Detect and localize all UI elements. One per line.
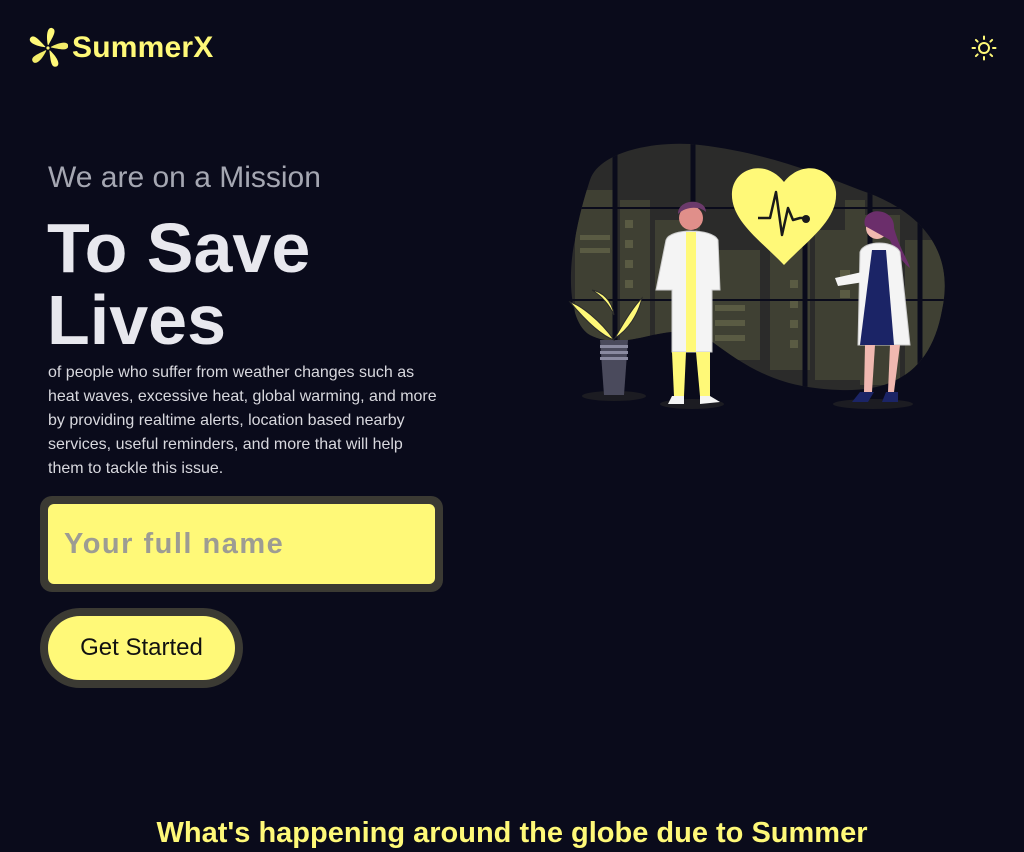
- brand-logo[interactable]: SummerX: [28, 27, 213, 69]
- headline-line-2: Lives: [47, 281, 226, 359]
- brand-name: SummerX: [72, 31, 214, 64]
- doctors-heartbeat-illustration: [568, 143, 945, 409]
- headline-line-1: To Save: [47, 209, 311, 287]
- flower-icon: [29, 27, 68, 67]
- cta-wrapper: Get Started: [40, 608, 243, 688]
- hero-headline: To Save Lives: [47, 212, 310, 356]
- sun-icon[interactable]: [971, 35, 997, 61]
- name-field-wrapper: [40, 496, 443, 592]
- section-title: What's happening around the globe due to…: [156, 817, 868, 849]
- get-started-button[interactable]: Get Started: [48, 616, 235, 680]
- landing-page: SummerX We are on a Mission To Save Live…: [0, 0, 1024, 852]
- hero-eyebrow: We are on a Mission: [48, 161, 321, 194]
- hero-description: of people who suffer from weather change…: [48, 364, 437, 477]
- full-name-input[interactable]: [48, 504, 435, 584]
